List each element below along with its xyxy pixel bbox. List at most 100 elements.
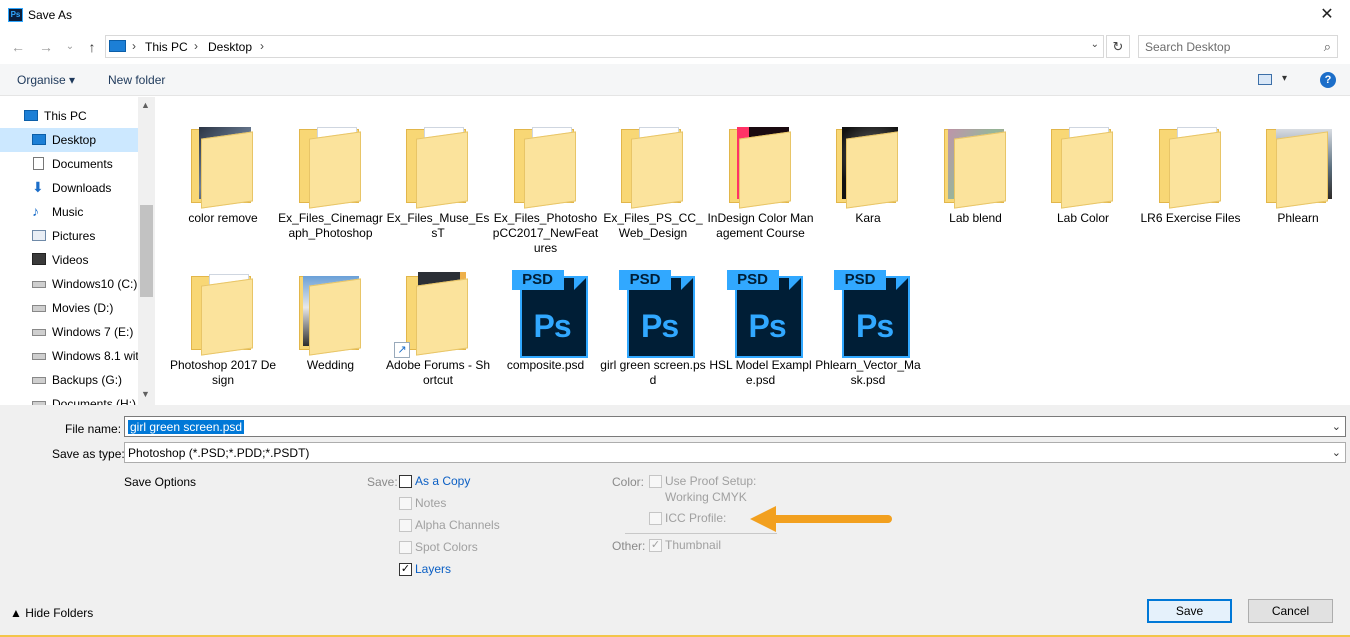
- title-bar: Ps Save As ✕: [0, 0, 1350, 30]
- sidebar-item-this-pc[interactable]: This PC: [0, 104, 138, 128]
- psd-badge: PSD: [511, 270, 564, 290]
- folder-item[interactable]: Ex_Files_Muse_EssT: [384, 107, 489, 247]
- folder-front: [416, 131, 468, 209]
- folder-icon: [609, 117, 689, 209]
- folder-front: [846, 131, 898, 209]
- folder-item[interactable]: Ex_Files_PS_CC_Web_Design: [599, 107, 703, 247]
- toolbar: Organise ▾ New folder ▾ ?: [0, 64, 1350, 96]
- divider: [625, 533, 777, 534]
- address-dropdown-icon[interactable]: ⌄: [1091, 39, 1099, 50]
- sidebar-item-videos[interactable]: Videos: [0, 248, 138, 272]
- folder-front: [308, 278, 361, 356]
- file-name-label: Ex_Files_PhotoshopCC2017_NewFeatures: [492, 211, 599, 255]
- folder-front: [953, 131, 1006, 209]
- file-name-dropdown-icon[interactable]: ⌄: [1332, 420, 1341, 433]
- sidebar-item-drive-h[interactable]: Documents (H:): [0, 392, 138, 405]
- psd-file-item[interactable]: Ps PSD HSL Model Example.psd: [707, 254, 812, 394]
- sidebar-item-desktop[interactable]: Desktop: [0, 128, 138, 152]
- psd-file-item[interactable]: Ps PSD composite.psd: [492, 254, 592, 394]
- psd-badge: PSD: [619, 270, 671, 290]
- sidebar-item-label: Desktop: [52, 133, 97, 147]
- folder-front: [1276, 131, 1328, 209]
- psd-file-item[interactable]: Ps PSD Phlearn_Vector_Mask.psd: [814, 254, 921, 394]
- forward-button[interactable]: →: [38, 38, 54, 56]
- folder-icon: [1147, 117, 1227, 209]
- sidebar-item-drive-d[interactable]: Movies (D:): [0, 296, 138, 320]
- folder-item[interactable]: Ex_Files_Cinemagraph_Photoshop: [277, 107, 383, 247]
- scroll-down-icon[interactable]: ▼: [141, 389, 150, 399]
- photoshop-file-icon: Ps PSD: [619, 270, 699, 358]
- navigation-scrollbar[interactable]: ▲ ▼: [138, 97, 155, 405]
- breadcrumb-separator: ›: [194, 39, 198, 53]
- psd-file-icon: Ps PSD: [824, 264, 910, 358]
- search-icon[interactable]: ⌕: [1324, 39, 1331, 55]
- sidebar-item-music[interactable]: ♪ Music: [0, 200, 138, 224]
- sidebar-item-documents[interactable]: Documents: [0, 152, 138, 176]
- hide-folders-button[interactable]: ▲ Hide Folders: [10, 606, 93, 620]
- help-icon[interactable]: ?: [1320, 72, 1336, 88]
- as-a-copy-label: As a Copy: [415, 474, 471, 488]
- up-button[interactable]: ↑: [84, 38, 100, 56]
- sidebar-item-drive-f[interactable]: Windows 8.1 wit: [0, 344, 139, 368]
- scroll-up-icon[interactable]: ▲: [141, 100, 150, 110]
- folder-item[interactable]: Phlearn: [1244, 107, 1344, 247]
- folder-front: [201, 278, 253, 356]
- sidebar-item-label: Videos: [52, 253, 89, 267]
- file-name-input[interactable]: girl green screen.psd ⌄: [124, 416, 1346, 437]
- sidebar-item-pictures[interactable]: Pictures: [0, 224, 138, 248]
- sidebar-item-label: This PC: [44, 109, 87, 123]
- photoshop-file-icon: Ps PSD: [834, 270, 914, 358]
- breadcrumb-desktop[interactable]: Desktop: [208, 40, 252, 54]
- folder-item[interactable]: Wedding: [277, 254, 377, 394]
- refresh-button[interactable]: ↻: [1106, 35, 1130, 58]
- save-as-type-dropdown-icon[interactable]: ⌄: [1332, 446, 1341, 459]
- drive-icon: [32, 329, 46, 336]
- photoshop-file-icon: Ps PSD: [511, 270, 592, 358]
- layers-label: Layers: [415, 562, 452, 576]
- back-button[interactable]: ←: [10, 38, 26, 56]
- close-button[interactable]: ✕: [1304, 0, 1350, 30]
- cancel-button[interactable]: Cancel: [1248, 599, 1333, 623]
- organise-button[interactable]: Organise ▾: [17, 73, 75, 87]
- sidebar-item-label: Pictures: [52, 229, 96, 243]
- folder-front: [738, 131, 791, 209]
- save-button[interactable]: Save: [1147, 599, 1232, 623]
- thumbnail-checkbox: ✓: [649, 539, 662, 552]
- photoshop-file-icon: Ps PSD: [726, 270, 807, 358]
- folder-item[interactable]: Lab Color: [1029, 107, 1129, 247]
- layers-checkbox[interactable]: ✓: [399, 563, 412, 576]
- folder-front: [1061, 131, 1113, 209]
- sidebar-item-label: Documents: [52, 157, 113, 171]
- psd-file-item[interactable]: Ps PSD girl green screen.psd: [599, 254, 706, 394]
- as-a-copy-checkbox[interactable]: [399, 475, 412, 488]
- file-name-label: File name:: [65, 422, 122, 436]
- address-bar[interactable]: › This PC › Desktop › ⌄: [105, 35, 1104, 58]
- folder-item[interactable]: Kara: [814, 107, 914, 247]
- folder-item[interactable]: color remove: [169, 107, 269, 247]
- folder-front: [201, 131, 253, 209]
- folder-front: [1168, 131, 1221, 209]
- folder-item[interactable]: Ex_Files_PhotoshopCC2017_NewFeatures: [492, 107, 598, 255]
- sidebar-item-drive-g[interactable]: Backups (G:): [0, 368, 138, 392]
- ps-mark: Ps: [641, 308, 679, 344]
- folder-item[interactable]: LR6 Exercise Files: [1137, 107, 1241, 247]
- folder-item[interactable]: Lab blend: [922, 107, 1022, 247]
- recent-locations-button[interactable]: ⌄: [64, 38, 76, 56]
- search-input[interactable]: [1145, 37, 1315, 56]
- window-title: Save As: [28, 8, 73, 22]
- save-as-type-select[interactable]: Photoshop (*.PSD;*.PDD;*.PSDT) ⌄: [124, 442, 1346, 463]
- folder-item[interactable]: InDesign Color Management Course: [707, 107, 814, 247]
- folder-item[interactable]: Photoshop 2017 Design: [169, 254, 276, 394]
- shortcut-item[interactable]: ↗ Adobe Forums - Shortcut: [384, 254, 490, 394]
- new-folder-button[interactable]: New folder: [108, 73, 165, 87]
- view-dropdown-icon[interactable]: ▾: [1282, 73, 1287, 84]
- save-as-type-value: Photoshop (*.PSD;*.PDD;*.PSDT): [128, 446, 310, 460]
- view-options-icon[interactable]: [1258, 74, 1272, 85]
- sidebar-item-downloads[interactable]: ⬇ Downloads: [0, 176, 138, 200]
- breadcrumb-this-pc[interactable]: This PC: [145, 40, 188, 54]
- scrollbar-thumb[interactable]: [140, 205, 153, 297]
- sidebar-item-drive-c[interactable]: Windows10 (C:): [0, 272, 138, 296]
- drive-icon: [32, 377, 46, 384]
- sidebar-item-drive-e[interactable]: Windows 7 (E:): [0, 320, 138, 344]
- psd-file-icon: Ps PSD: [717, 264, 803, 358]
